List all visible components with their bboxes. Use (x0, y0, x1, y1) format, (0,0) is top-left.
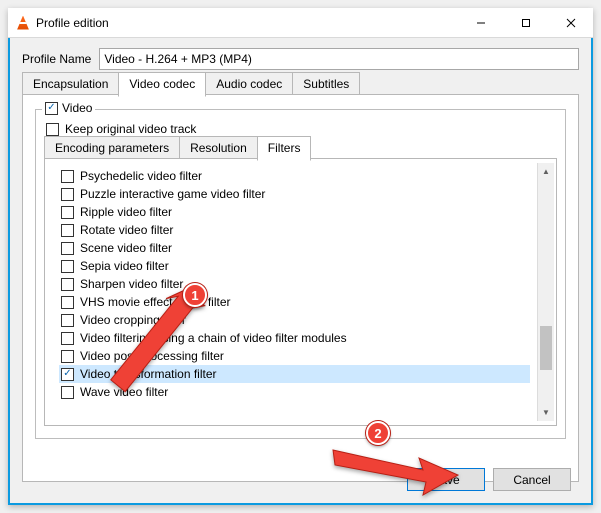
filter-checkbox[interactable] (61, 206, 74, 219)
tab-subtitles[interactable]: Subtitles (292, 72, 360, 96)
filter-label: Video cropping filter (80, 313, 186, 327)
video-checkbox[interactable]: ✓ (45, 102, 58, 115)
filter-checkbox[interactable] (61, 278, 74, 291)
scroll-thumb[interactable] (540, 326, 552, 370)
keep-original-row: Keep original video track (46, 122, 555, 136)
codec-tab-panel: ✓ Video Keep original video track Encodi… (22, 94, 579, 482)
tab-encapsulation[interactable]: Encapsulation (22, 72, 119, 96)
tab-audio-codec[interactable]: Audio codec (205, 72, 293, 96)
close-button[interactable] (548, 8, 593, 37)
filter-checkbox[interactable] (61, 314, 74, 327)
window-frame: Profile edition Profile Name groovyPost.… (8, 8, 593, 505)
filter-item[interactable]: Video filtering using a chain of video f… (59, 329, 530, 347)
filter-checkbox[interactable] (61, 170, 74, 183)
dialog-buttons: Save Cancel (407, 468, 571, 491)
profile-name-input[interactable] (99, 48, 579, 70)
filter-label: Sepia video filter (80, 259, 169, 273)
client-area: Profile Name groovyPost.com Encapsulatio… (10, 38, 591, 503)
tab-filters[interactable]: Filters (257, 136, 312, 161)
filter-item[interactable]: Psychedelic video filter (59, 167, 530, 185)
filter-label: Rotate video filter (80, 223, 173, 237)
filter-item[interactable]: Ripple video filter (59, 203, 530, 221)
filter-item[interactable]: Rotate video filter (59, 221, 530, 239)
codec-tabs-wrap: EncapsulationVideo codecAudio codecSubti… (22, 94, 579, 482)
filter-checkbox[interactable] (61, 386, 74, 399)
filter-label: Video transformation filter (80, 367, 217, 381)
filter-label: Psychedelic video filter (80, 169, 202, 183)
video-group-legend: ✓ Video (42, 101, 95, 115)
scrollbar[interactable]: ▲ ▼ (537, 163, 554, 421)
filter-checkbox[interactable] (61, 260, 74, 273)
video-codec-panel: ✓ Video Keep original video track Encodi… (23, 95, 578, 447)
codec-inner-tabs-wrap: Encoding parametersResolutionFilters Psy… (44, 158, 557, 426)
codec-tabstrip: EncapsulationVideo codecAudio codecSubti… (23, 72, 360, 96)
titlebar: Profile edition (8, 8, 593, 38)
filter-label: Video post processing filter (80, 349, 224, 363)
scroll-down-button[interactable]: ▼ (538, 404, 554, 421)
filter-item[interactable]: Video post processing filter (59, 347, 530, 365)
filter-label: Sharpen video filter (80, 277, 183, 291)
window-controls (458, 8, 593, 37)
filter-label: Video filtering using a chain of video f… (80, 331, 347, 345)
cancel-button[interactable]: Cancel (493, 468, 571, 491)
filter-checkbox[interactable] (61, 350, 74, 363)
filter-label: VHS movie effect video filter (80, 295, 231, 309)
tab-video-codec[interactable]: Video codec (118, 72, 206, 97)
filter-item[interactable]: Video cropping filter (59, 311, 530, 329)
filter-checkbox[interactable] (61, 332, 74, 345)
annotation-badge-1: 1 (183, 283, 207, 307)
window-title: Profile edition (36, 16, 458, 30)
vlc-icon (16, 16, 30, 30)
filter-item[interactable]: Wave video filter (59, 383, 530, 401)
filter-item[interactable]: Sharpen video filter (59, 275, 530, 293)
tab-resolution[interactable]: Resolution (179, 136, 258, 160)
annotation-badge-2: 2 (366, 421, 390, 445)
filter-item[interactable]: ✓ Video transformation filter (59, 365, 530, 383)
maximize-button[interactable] (503, 8, 548, 37)
filter-item[interactable]: Puzzle interactive game video filter (59, 185, 530, 203)
filter-item[interactable]: VHS movie effect video filter (59, 293, 530, 311)
scroll-track[interactable] (538, 180, 554, 404)
filter-checkbox[interactable] (61, 224, 74, 237)
save-button[interactable]: Save (407, 468, 485, 491)
filter-label: Puzzle interactive game video filter (80, 187, 265, 201)
keep-original-checkbox[interactable] (46, 123, 59, 136)
codec-inner-tabstrip: Encoding parametersResolutionFilters (45, 136, 311, 160)
tab-encoding-parameters[interactable]: Encoding parameters (44, 136, 180, 160)
filter-label: Scene video filter (80, 241, 172, 255)
filter-checkbox[interactable] (61, 188, 74, 201)
keep-original-label: Keep original video track (65, 122, 196, 136)
scroll-up-button[interactable]: ▲ (538, 163, 554, 180)
profile-name-label: Profile Name (22, 52, 91, 66)
minimize-button[interactable] (458, 8, 503, 37)
profile-name-row: Profile Name (22, 48, 579, 70)
filter-item[interactable]: Sepia video filter (59, 257, 530, 275)
filter-label: Wave video filter (80, 385, 168, 399)
filters-list: Psychedelic video filter Puzzle interacti… (49, 163, 536, 421)
filter-item[interactable]: Scene video filter (59, 239, 530, 257)
video-group: ✓ Video Keep original video track Encodi… (35, 109, 566, 439)
filters-scrollarea: Psychedelic video filter Puzzle interacti… (49, 163, 554, 421)
filters-panel: Psychedelic video filter Puzzle interacti… (44, 158, 557, 426)
filter-label: Ripple video filter (80, 205, 172, 219)
filter-checkbox[interactable] (61, 296, 74, 309)
video-group-label: Video (62, 101, 92, 115)
filter-checkbox[interactable]: ✓ (61, 368, 74, 381)
filter-checkbox[interactable] (61, 242, 74, 255)
